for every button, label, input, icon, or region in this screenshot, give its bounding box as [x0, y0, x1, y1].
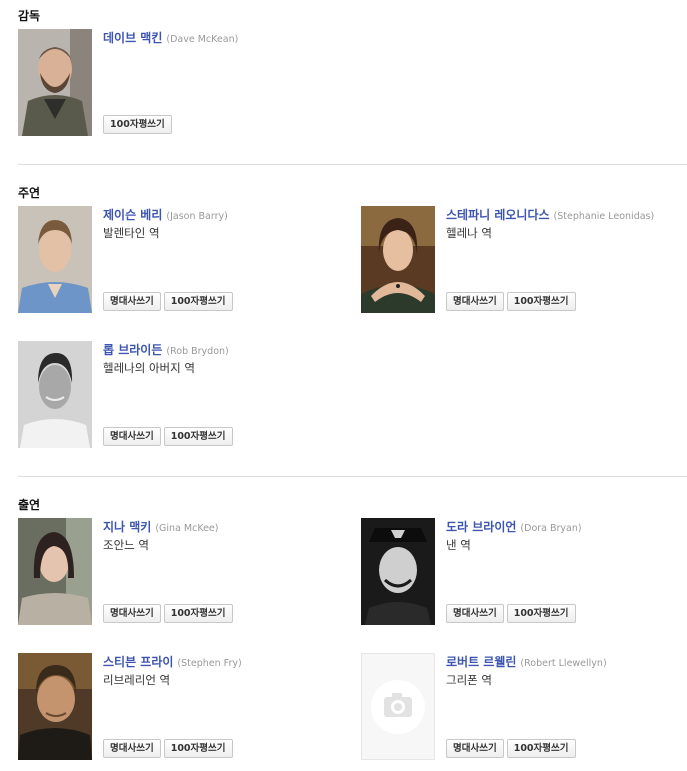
section-title-lead: 주연: [18, 186, 41, 200]
person-name-english: (Stephen Fry): [177, 658, 242, 669]
person-role: 발렌타인 역: [103, 226, 160, 240]
person-card-gina: 지나 맥키 (Gina McKee) 조안느 역 명대사쓰기 100자평쓰기: [18, 518, 348, 626]
person-photo[interactable]: [18, 653, 92, 760]
person-role: 그리폰 역: [446, 673, 492, 687]
person-card-rob: 롭 브라이든 (Rob Brydon) 헬레나의 아버지 역 명대사쓰기 100자…: [18, 341, 348, 449]
person-name-english: (Stephanie Leonidas): [553, 211, 655, 222]
person-name-english: (Robert Llewellyn): [520, 658, 607, 669]
person-card-robert: 로버트 르웰린 (Robert Llewellyn) 그리폰 역 명대사쓰기 10…: [361, 653, 687, 761]
section-title-director: 감독: [18, 9, 41, 23]
camera-icon: [371, 680, 425, 734]
review-write-button[interactable]: 100자평쓰기: [163, 739, 233, 758]
person-role: 낸 역: [446, 538, 471, 552]
review-write-button[interactable]: 100자평쓰기: [506, 739, 576, 758]
person-photo[interactable]: [18, 29, 92, 136]
person-name-english: (Jason Barry): [166, 211, 228, 222]
quote-write-button[interactable]: 명대사쓰기: [103, 292, 161, 311]
person-photo[interactable]: [361, 206, 435, 313]
person-role: 조안느 역: [103, 538, 149, 552]
review-write-button[interactable]: 100자평쓰기: [103, 115, 172, 134]
quote-write-button[interactable]: 명대사쓰기: [103, 739, 161, 758]
person-name-link[interactable]: 스티븐 프라이: [103, 655, 173, 669]
review-write-button[interactable]: 100자평쓰기: [506, 292, 576, 311]
person-name-english: (Gina McKee): [155, 523, 219, 534]
person-name-english: (Dave McKean): [166, 34, 239, 45]
person-card-dave: 데이브 맥킨 (Dave McKean) 100자평쓰기: [18, 29, 348, 137]
person-photo[interactable]: [18, 341, 92, 448]
person-name-english: (Rob Brydon): [166, 346, 229, 357]
person-photo[interactable]: [361, 518, 435, 625]
person-name-link[interactable]: 제이슨 베리: [103, 208, 162, 222]
quote-write-button[interactable]: 명대사쓰기: [103, 604, 161, 623]
person-card-stephen: 스티븐 프라이 (Stephen Fry) 리브레리언 역 명대사쓰기 100자평…: [18, 653, 348, 761]
person-photo-placeholder[interactable]: [361, 653, 435, 760]
review-write-button[interactable]: 100자평쓰기: [163, 427, 233, 446]
person-role: 리브레리언 역: [103, 673, 171, 687]
person-name-link[interactable]: 로버트 르웰린: [446, 655, 516, 669]
section-title-supporting: 출연: [18, 498, 41, 512]
person-role: 헬레나 역: [446, 226, 492, 240]
person-card-jason: 제이슨 베리 (Jason Barry) 발렌타인 역 명대사쓰기 100자평쓰기: [18, 206, 348, 314]
review-write-button[interactable]: 100자평쓰기: [506, 604, 576, 623]
person-name-english: (Dora Bryan): [520, 523, 582, 534]
quote-write-button[interactable]: 명대사쓰기: [446, 739, 504, 758]
person-card-stephanie: 스테파니 레오니다스 (Stephanie Leonidas) 헬레나 역 명대사…: [361, 206, 687, 314]
person-name-link[interactable]: 도라 브라이언: [446, 520, 516, 534]
person-name-link[interactable]: 데이브 맥킨: [103, 31, 162, 45]
quote-write-button[interactable]: 명대사쓰기: [446, 604, 504, 623]
quote-write-button[interactable]: 명대사쓰기: [446, 292, 504, 311]
person-name-link[interactable]: 지나 맥키: [103, 520, 151, 534]
review-write-button[interactable]: 100자평쓰기: [163, 292, 233, 311]
person-role: 헬레나의 아버지 역: [103, 361, 195, 375]
person-name-link[interactable]: 스테파니 레오니다스: [446, 208, 550, 222]
section-divider: [18, 476, 687, 477]
person-photo[interactable]: [18, 518, 92, 625]
person-photo[interactable]: [18, 206, 92, 313]
quote-write-button[interactable]: 명대사쓰기: [103, 427, 161, 446]
person-card-dora: 도라 브라이언 (Dora Bryan) 낸 역 명대사쓰기 100자평쓰기: [361, 518, 687, 626]
section-divider: [18, 164, 687, 165]
review-write-button[interactable]: 100자평쓰기: [163, 604, 233, 623]
person-name-link[interactable]: 롭 브라이든: [103, 343, 162, 357]
